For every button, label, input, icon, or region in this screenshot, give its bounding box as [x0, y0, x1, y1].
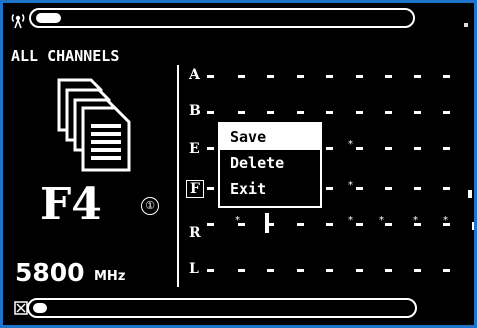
spectrum-dash [238, 111, 245, 114]
divider-line [177, 65, 179, 287]
spectrum-dash [238, 75, 245, 78]
menu-item-save[interactable]: Save [220, 124, 320, 150]
spectrum-dash [356, 187, 363, 190]
spectrum-dash [356, 223, 363, 226]
spectrum-dash [207, 223, 214, 226]
spectrum-peak-marker: * [235, 215, 240, 226]
signal-strength-bar [29, 8, 415, 28]
spectrum-dash [297, 111, 304, 114]
band-label-l[interactable]: L [189, 261, 199, 277]
spectrum-dash [326, 75, 333, 78]
spectrum-peak-marker: * [348, 180, 353, 191]
battery-level-bar [27, 298, 417, 318]
spectrum-dash [326, 147, 333, 150]
spectrum-dash [443, 269, 450, 272]
spectrum-peak-marker: * [443, 215, 448, 226]
spectrum-dash [414, 111, 421, 114]
spectrum-dash [326, 269, 333, 272]
spectrum-dash [385, 269, 392, 272]
band-label-e[interactable]: E [189, 141, 200, 157]
spectrum-dash [443, 187, 450, 190]
spectrum-dash [356, 75, 363, 78]
spectrum-dash [356, 269, 363, 272]
frequency-unit: MHz [94, 269, 126, 284]
spectrum-dash [326, 223, 333, 226]
top-status-bar [3, 3, 474, 35]
spectrum-dash [267, 269, 274, 272]
spectrum-dash [267, 75, 274, 78]
spectrum-dash [326, 187, 333, 190]
signal-strength-fill [36, 13, 61, 23]
band-label-f-selected[interactable]: F [186, 180, 204, 198]
band-label-r[interactable]: R [189, 225, 201, 241]
spectrum-peak-marker: * [348, 215, 353, 226]
spectrum-dash [414, 75, 421, 78]
screen-title: ALL CHANNELS [11, 47, 120, 65]
screen-speck [464, 23, 468, 27]
menu-item-delete[interactable]: Delete [220, 150, 320, 176]
spectrum-dash [297, 223, 304, 226]
spectrum-dash [326, 111, 333, 114]
spectrum-peak-marker: * [348, 139, 353, 150]
spectrum-dash [238, 269, 245, 272]
receiver-screen: ALL CHANNELS F4 ① 5800 MHz A B E F R L *… [3, 3, 474, 325]
signal-spike [468, 190, 472, 198]
spectrum-dash [385, 223, 392, 226]
spectrum-dash [385, 111, 392, 114]
battery-level-fill [33, 303, 47, 313]
spectrum-dash [267, 111, 274, 114]
current-channel: F4 [40, 179, 102, 230]
context-menu: Save Delete Exit [218, 122, 322, 208]
spectrum-dash [207, 111, 214, 114]
spectrum-dash [443, 75, 450, 78]
signal-spike [472, 222, 474, 230]
spectrum-dash [414, 269, 421, 272]
spectrum-dash [356, 147, 363, 150]
spectrum-dash [414, 147, 421, 150]
spectrum-dash [385, 147, 392, 150]
frequency-value: 5800 [15, 258, 85, 287]
spectrum-dash [207, 269, 214, 272]
antenna-icon [11, 14, 25, 29]
spectrum-peak-marker: * [379, 215, 384, 226]
spectrum-peak-marker: * [413, 215, 418, 226]
spectrum-dash [207, 187, 214, 190]
battery-icon [14, 301, 28, 315]
spectrum-dash [443, 111, 450, 114]
band-label-a[interactable]: A [189, 67, 200, 83]
spectrum-dash [297, 269, 304, 272]
bottom-status-bar [3, 293, 474, 325]
spectrum-dash [207, 147, 214, 150]
spectrum-dash [443, 147, 450, 150]
spectrum-dash [297, 75, 304, 78]
spectrum-dash [207, 75, 214, 78]
menu-item-exit[interactable]: Exit [220, 176, 320, 202]
channel-index-badge: ① [141, 197, 159, 215]
spectrum-dash [414, 187, 421, 190]
signal-spike [265, 213, 269, 233]
spectrum-dash [385, 187, 392, 190]
spectrum-dash [356, 111, 363, 114]
band-label-b[interactable]: B [189, 103, 201, 119]
spectrum-dash [385, 75, 392, 78]
documents-icon [57, 78, 131, 172]
